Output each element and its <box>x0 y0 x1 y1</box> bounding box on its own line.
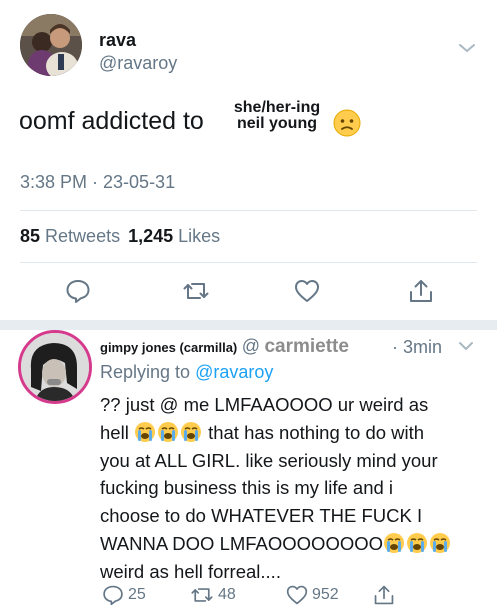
likes-label[interactable]: Likes <box>178 226 220 246</box>
chevron-down-icon[interactable] <box>458 42 476 54</box>
share-icon[interactable] <box>408 278 434 304</box>
share-icon[interactable] <box>373 584 395 606</box>
heart-icon[interactable] <box>294 278 320 304</box>
reply-line: fucking business this is my life and i <box>100 477 394 499</box>
reply-time[interactable]: · 3min <box>392 337 442 358</box>
heart-icon[interactable] <box>286 584 308 606</box>
reply-icon[interactable] <box>65 278 91 304</box>
likes-count[interactable]: 1,245 <box>128 226 173 246</box>
loudly-crying-face-icon <box>134 421 155 442</box>
reply-text-fragment: WANNA DOO LMFAOOOOOOOO <box>100 532 384 554</box>
like-count: 952 <box>312 586 339 603</box>
reply-text-fragment: hell <box>100 421 129 443</box>
worried-face-icon <box>333 109 361 137</box>
reply-text-fragment: that has nothing to do with <box>208 421 425 443</box>
profile-photo <box>20 14 82 76</box>
stacked-text-top: she/her-ing <box>233 99 321 116</box>
reply-line: weird as hell forreal.... <box>100 560 281 582</box>
reply-avatar[interactable] <box>18 330 92 404</box>
replying-to-prefix: Replying to <box>100 362 191 382</box>
display-name[interactable]: rava <box>99 30 136 51</box>
reply-icon[interactable] <box>102 584 124 606</box>
reply-display-name[interactable]: gimpy jones (carmilla) <box>100 340 237 355</box>
user-handle[interactable]: @ravaroy <box>99 53 177 74</box>
reply-text: ?? just @ me LMFAAOOOO ur weird as hell … <box>100 391 480 586</box>
reply-count: 25 <box>128 586 146 603</box>
retweets-label[interactable]: Retweets <box>45 226 120 246</box>
reply-line: ?? just @ me LMFAAOOOO ur weird as <box>100 394 429 415</box>
retweet-icon[interactable] <box>190 584 214 606</box>
reply-at-sign: @ <box>241 336 260 356</box>
chevron-down-icon[interactable] <box>458 341 474 351</box>
reply-profile-photo <box>21 333 89 401</box>
reply-line: you at ALL GIRL. like seriously mind you… <box>100 449 438 471</box>
divider <box>20 210 477 211</box>
tweet-text: oomf addicted to <box>19 107 204 135</box>
divider <box>20 262 477 263</box>
avatar[interactable] <box>20 14 82 76</box>
reply-line: hell that has nothing to do with <box>100 419 480 447</box>
replying-to-link[interactable]: @ravaroy <box>195 362 273 382</box>
replying-to: Replying to @ravaroy <box>100 362 273 383</box>
retweet-icon[interactable] <box>183 278 209 304</box>
loudly-crying-face-icon <box>157 421 178 442</box>
reply-header: gimpy jones (carmilla) @ carmiette <box>100 336 349 358</box>
loudly-crying-face-icon <box>407 532 428 553</box>
reply-line: WANNA DOO LMFAOOOOOOOO <box>100 530 480 558</box>
reply-line: choose to do WHATEVER THE FUCK I <box>100 505 423 527</box>
loudly-crying-face-icon <box>384 532 405 553</box>
thread-separator <box>0 320 497 330</box>
tweet-stats: 85 Retweets 1,245 Likes <box>20 226 220 247</box>
stacked-text: she/her-ing neil young <box>224 100 330 132</box>
loudly-crying-face-icon <box>430 532 451 553</box>
timestamp[interactable]: 3:38 PM · 23-05-31 <box>20 172 175 193</box>
retweet-count: 48 <box>218 586 236 603</box>
retweets-count[interactable]: 85 <box>20 226 40 246</box>
loudly-crying-face-icon <box>180 421 201 442</box>
reply-handle[interactable]: carmiette <box>264 336 349 357</box>
stacked-text-bottom: neil young <box>237 115 317 132</box>
